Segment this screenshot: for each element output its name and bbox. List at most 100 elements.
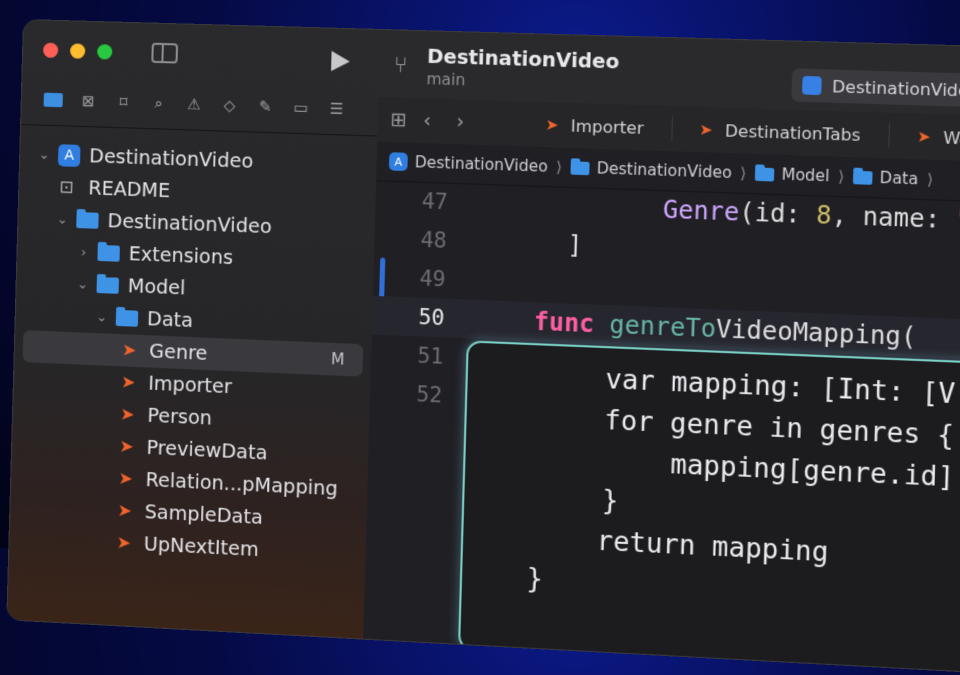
run-button[interactable] xyxy=(331,50,351,72)
chevron-down-icon[interactable]: ⌄ xyxy=(54,212,70,228)
line-number: 49 xyxy=(419,266,447,292)
project-icon: A xyxy=(388,152,408,172)
tab-label: Importer xyxy=(570,115,644,138)
code-token: : xyxy=(924,204,957,235)
zoom-button[interactable] xyxy=(96,44,113,60)
chevron-down-icon[interactable]: ⌄ xyxy=(74,277,90,293)
folder-icon xyxy=(97,244,120,262)
jump-bar-label: DestinationVideo xyxy=(596,159,733,183)
swift-file-icon: ➤ xyxy=(118,468,133,490)
jump-bar-label: DestinationVideo xyxy=(414,153,549,176)
jump-bar-item[interactable]: A DestinationVideo xyxy=(388,152,549,176)
suggestion-line: mapping[genre.id] xyxy=(669,449,955,494)
swift-file-icon: ➤ xyxy=(916,127,931,147)
code-text: ] xyxy=(473,227,583,260)
breakpoint-navigator-icon[interactable]: ▭ xyxy=(291,98,311,117)
issue-navigator-icon[interactable]: ⚠ xyxy=(184,95,204,114)
book-icon: ⊡ xyxy=(59,177,74,198)
tree-item-label: DestinationVideo xyxy=(88,145,254,173)
chevron-down-icon[interactable]: ⌄ xyxy=(94,309,110,325)
branch-label: main xyxy=(426,69,466,90)
editor-area: ⑂ DestinationVideo main DestinationVideo… xyxy=(363,29,960,675)
scheme-label: DestinationVideo xyxy=(831,76,960,101)
editor-tab[interactable]: ➤ Watch xyxy=(889,123,960,153)
suggestion-line: return mapping xyxy=(596,526,829,569)
swift-file-icon: ➤ xyxy=(545,115,559,135)
traffic-lights xyxy=(42,42,113,60)
report-navigator-icon[interactable]: ☰ xyxy=(327,99,347,119)
swift-file-icon: ➤ xyxy=(116,532,132,554)
xcode-window: ⊠ ⌑ ⌕ ⚠ ◇ ✎ ▭ ☰ ⌄ A DestinationVideo ⊡ READM… xyxy=(7,20,960,675)
line-number: 52 xyxy=(415,382,443,408)
line-number: 48 xyxy=(420,227,448,253)
swift-file-icon: ➤ xyxy=(121,340,137,361)
jump-bar-item[interactable]: DestinationVideo xyxy=(570,158,732,182)
tree-item-label: Genre xyxy=(148,340,208,365)
tree-item-label: Extensions xyxy=(128,243,234,270)
sidebar-toggle-icon[interactable] xyxy=(151,42,179,64)
bookmark-navigator-icon[interactable]: ⌑ xyxy=(114,93,134,112)
suggestion-line: var mapping: [Int: [V xyxy=(605,364,956,411)
tree-item-label: Data xyxy=(146,308,194,333)
jump-bar-item[interactable]: Data xyxy=(852,168,919,189)
code-token: func xyxy=(533,307,610,340)
code-token: 8 xyxy=(815,200,833,231)
chevron-right-icon: ⟩ xyxy=(555,157,563,177)
project-navigator-icon[interactable] xyxy=(43,92,63,108)
test-navigator-icon[interactable]: ◇ xyxy=(220,96,240,115)
suggestion-line: for genre in genres { xyxy=(603,405,955,453)
swift-file-icon: ➤ xyxy=(120,372,136,394)
tree-item-label: UpNextItem xyxy=(143,533,260,562)
branch-icon[interactable]: ⑂ xyxy=(394,53,408,79)
folder-icon xyxy=(570,160,590,175)
file-tree: ⌄ A DestinationVideo ⊡ README ⌄ DestinationVid… xyxy=(9,138,377,572)
tab-label: DestinationTabs xyxy=(724,120,861,145)
navigator-tabs: ⊠ ⌑ ⌕ ⚠ ◇ ✎ ▭ ☰ xyxy=(43,91,347,119)
app-icon xyxy=(802,75,822,96)
code-token: VideoMapping( xyxy=(715,314,917,352)
swift-file-icon: ➤ xyxy=(118,436,134,458)
back-icon[interactable]: ‹ xyxy=(423,110,444,133)
navigator-sidebar: ⊠ ⌑ ⌕ ⚠ ◇ ✎ ▭ ☰ ⌄ A DestinationVideo ⊡ READM… xyxy=(7,20,382,639)
debug-navigator-icon[interactable]: ✎ xyxy=(255,97,275,116)
chevron-right-icon: ⟩ xyxy=(837,167,845,186)
folder-icon xyxy=(754,166,775,181)
close-button[interactable] xyxy=(42,42,59,59)
grid-icon[interactable]: ⊞ xyxy=(390,109,411,132)
scheme-selector[interactable]: DestinationVideo › xyxy=(791,68,960,109)
code-token: id xyxy=(754,198,786,229)
find-navigator-icon[interactable]: ⌕ xyxy=(149,94,169,113)
line-number: 51 xyxy=(416,343,444,369)
tree-item-label: SampleData xyxy=(144,501,264,530)
chevron-right-icon: ⟩ xyxy=(739,163,747,183)
code-token: ( xyxy=(738,197,756,228)
chevron-right-icon[interactable]: › xyxy=(75,245,91,261)
modified-badge: M xyxy=(330,349,345,369)
folder-icon xyxy=(852,170,873,185)
folder-icon xyxy=(96,276,120,294)
line-number: 50 xyxy=(418,304,445,331)
minimize-button[interactable] xyxy=(69,43,86,59)
editor-tab[interactable]: ➤ DestinationTabs xyxy=(671,116,890,149)
source-control-navigator-icon[interactable]: ⊠ xyxy=(79,92,99,111)
chevron-down-icon[interactable]: ⌄ xyxy=(36,147,52,163)
code-token: : xyxy=(784,199,817,230)
tree-item-label: Importer xyxy=(148,372,233,399)
folder-icon xyxy=(76,211,99,229)
code-token: name xyxy=(862,202,926,234)
jump-bar-label: Data xyxy=(879,168,919,189)
jump-bar-item[interactable]: Model xyxy=(754,164,830,185)
code-token: , xyxy=(831,201,863,232)
tree-item-label: Model xyxy=(127,275,186,300)
forward-icon[interactable]: › xyxy=(456,111,477,134)
suggestion-line: } xyxy=(526,563,544,596)
code-token: genreTo xyxy=(608,310,717,344)
navigator-separator xyxy=(21,123,378,137)
chevron-right-icon: ⟩ xyxy=(926,170,934,189)
code-token: "S xyxy=(955,205,960,236)
editor-tab[interactable]: ➤ Importer xyxy=(518,111,673,142)
tree-item-label: Relation...pMapping xyxy=(145,468,339,501)
code-token: Genre xyxy=(662,195,740,227)
folder-icon xyxy=(115,309,139,327)
code-token: ] xyxy=(566,230,583,261)
